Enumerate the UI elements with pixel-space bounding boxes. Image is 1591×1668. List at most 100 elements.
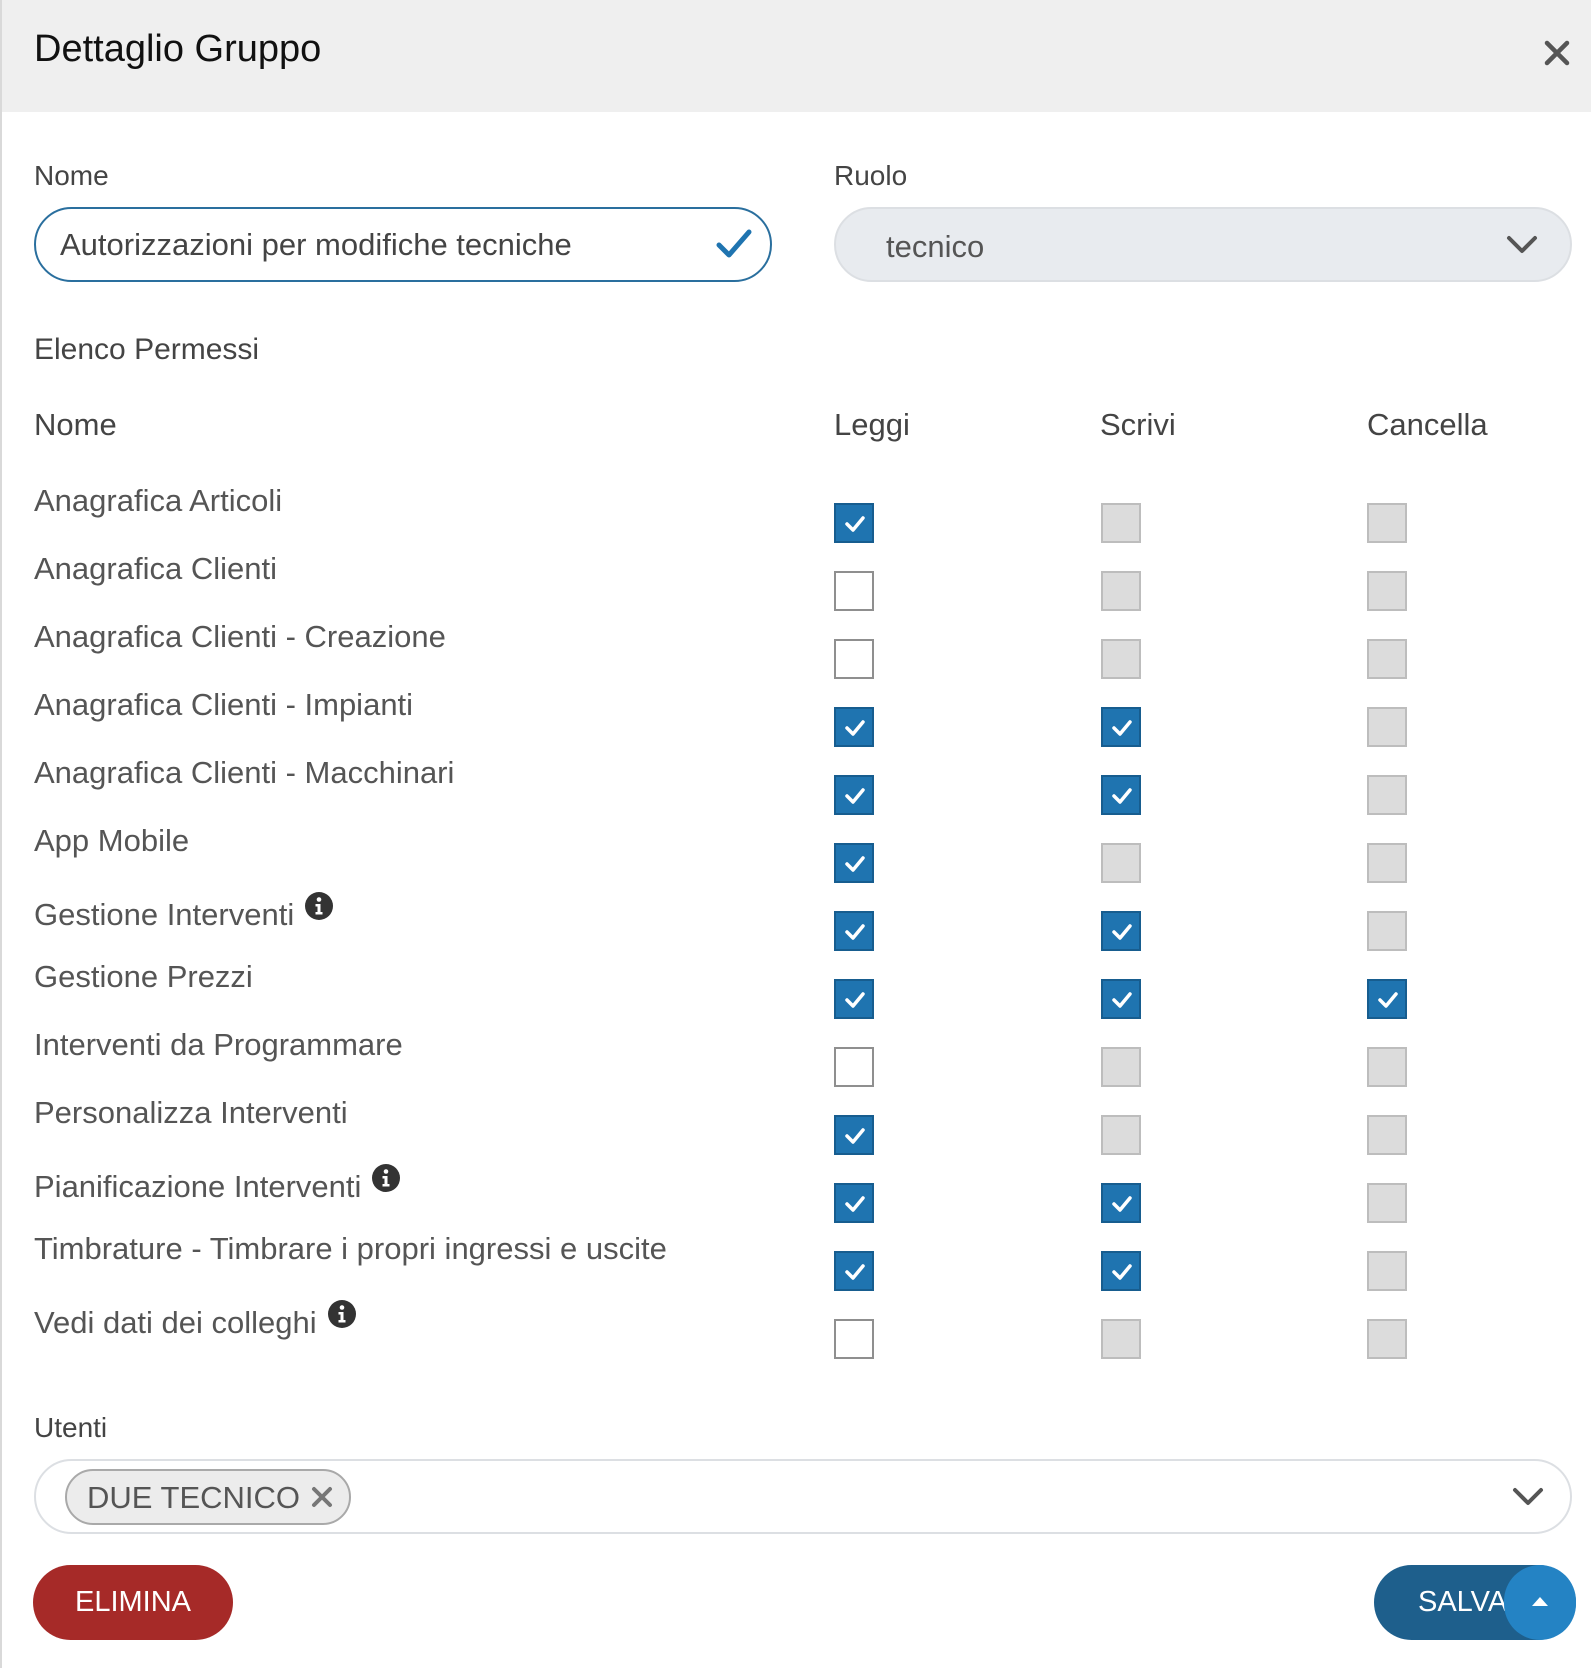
checkbox-delete-disabled [1367, 1047, 1407, 1087]
checkbox-write-disabled [1101, 571, 1141, 611]
role-label: Ruolo [834, 160, 908, 191]
permission-row: Anagrafica Clienti - Creazione [2, 619, 1591, 687]
column-header-delete: Cancella [1367, 407, 1488, 442]
checkbox-read-checked[interactable] [834, 775, 874, 815]
group-detail-dialog: Dettaglio Gruppo Nome Ruolo tecnico Elen… [0, 0, 1591, 1668]
checkbox-delete-disabled [1367, 503, 1407, 543]
info-icon[interactable] [304, 891, 334, 921]
checkbox-read-checked[interactable] [834, 1183, 874, 1223]
checkbox-delete-disabled [1367, 639, 1407, 679]
permission-row: Vedi dati dei colleghi [2, 1299, 1591, 1367]
checkbox-delete-disabled [1367, 1115, 1407, 1155]
group-name-input[interactable] [34, 207, 772, 282]
checkbox-delete-disabled [1367, 843, 1407, 883]
checkbox-read-unchecked[interactable] [834, 639, 874, 679]
checkbox-delete-disabled [1367, 571, 1407, 611]
chevron-down-icon [1506, 233, 1538, 257]
checkbox-write-checked[interactable] [1101, 911, 1141, 951]
permission-name: Gestione Prezzi [34, 959, 253, 995]
permission-name: Anagrafica Clienti - Impianti [34, 687, 413, 723]
user-chip: DUE TECNICO [65, 1469, 351, 1525]
checkbox-write-disabled [1101, 639, 1141, 679]
checkbox-delete-checked[interactable] [1367, 979, 1407, 1019]
permission-name: Timbrature - Timbrare i propri ingressi … [34, 1231, 667, 1267]
checkbox-write-disabled [1101, 1319, 1141, 1359]
permission-row: Anagrafica Clienti [2, 551, 1591, 619]
permission-row: Anagrafica Clienti - Impianti [2, 687, 1591, 755]
checkbox-read-checked[interactable] [834, 979, 874, 1019]
checkbox-read-unchecked[interactable] [834, 571, 874, 611]
info-icon[interactable] [371, 1163, 401, 1193]
permission-name-label: Vedi dati dei colleghi [34, 1305, 317, 1340]
permission-name-label: Gestione Interventi [34, 897, 295, 932]
chip-remove-icon[interactable] [310, 1485, 334, 1509]
permission-name-label: App Mobile [34, 823, 190, 858]
permission-name: Anagrafica Clienti [34, 551, 277, 587]
permissions-section-title: Elenco Permessi [34, 333, 260, 366]
role-select[interactable]: tecnico [834, 207, 1572, 282]
permission-name-label: Anagrafica Articoli [34, 483, 283, 518]
permission-row: Pianificazione Interventi [2, 1163, 1591, 1231]
permission-row: Gestione Prezzi [2, 959, 1591, 1027]
users-multiselect[interactable]: DUE TECNICO [34, 1459, 1572, 1534]
permission-name-label: Pianificazione Interventi [34, 1169, 362, 1204]
checkbox-write-checked[interactable] [1101, 775, 1141, 815]
chevron-down-icon [1512, 1485, 1544, 1509]
checkbox-read-checked[interactable] [834, 503, 874, 543]
caret-up-icon [1532, 1597, 1548, 1606]
check-icon [716, 228, 752, 260]
checkbox-read-checked[interactable] [834, 1115, 874, 1155]
checkbox-write-checked[interactable] [1101, 1183, 1141, 1223]
checkbox-delete-disabled [1367, 775, 1407, 815]
checkbox-write-disabled [1101, 843, 1141, 883]
permission-name-label: Anagrafica Clienti - Creazione [34, 619, 446, 654]
permission-name: Anagrafica Clienti - Creazione [34, 619, 446, 655]
checkbox-delete-disabled [1367, 1251, 1407, 1291]
permission-name: Anagrafica Articoli [34, 483, 282, 519]
name-label: Nome [34, 160, 109, 191]
checkbox-read-checked[interactable] [834, 707, 874, 747]
column-header-write: Scrivi [1100, 407, 1176, 442]
checkbox-delete-disabled [1367, 1183, 1407, 1223]
checkbox-write-disabled [1101, 1047, 1141, 1087]
permission-row: Anagrafica Articoli [2, 483, 1591, 551]
checkbox-read-unchecked[interactable] [834, 1319, 874, 1359]
close-icon[interactable] [1540, 36, 1574, 70]
dialog-title: Dettaglio Gruppo [34, 28, 322, 70]
permission-name: App Mobile [34, 823, 189, 859]
permission-row: Timbrature - Timbrare i propri ingressi … [2, 1231, 1591, 1299]
permission-row: Personalizza Interventi [2, 1095, 1591, 1163]
column-header-read: Leggi [834, 407, 910, 442]
checkbox-write-disabled [1101, 503, 1141, 543]
scroll-top-button[interactable] [1504, 1565, 1576, 1640]
checkbox-read-checked[interactable] [834, 1251, 874, 1291]
delete-button[interactable]: ELIMINA [33, 1565, 233, 1640]
users-label: Utenti [34, 1412, 108, 1443]
info-icon[interactable] [327, 1299, 357, 1329]
permission-name-label: Anagrafica Clienti - Macchinari [34, 755, 455, 790]
permission-name: Pianificazione Interventi [34, 1163, 401, 1205]
checkbox-write-checked[interactable] [1101, 707, 1141, 747]
checkbox-write-checked[interactable] [1101, 1251, 1141, 1291]
checkbox-write-checked[interactable] [1101, 979, 1141, 1019]
permission-name-label: Personalizza Interventi [34, 1095, 348, 1130]
checkbox-read-unchecked[interactable] [834, 1047, 874, 1087]
permission-name: Gestione Interventi [34, 891, 334, 933]
checkbox-read-checked[interactable] [834, 911, 874, 951]
permission-row: Gestione Interventi [2, 891, 1591, 959]
checkbox-read-checked[interactable] [834, 843, 874, 883]
permission-name-label: Anagrafica Clienti [34, 551, 277, 586]
permission-row: Anagrafica Clienti - Macchinari [2, 755, 1591, 823]
checkbox-delete-disabled [1367, 1319, 1407, 1359]
permission-name: Vedi dati dei colleghi [34, 1299, 357, 1341]
permission-name: Interventi da Programmare [34, 1027, 403, 1063]
checkbox-write-disabled [1101, 1115, 1141, 1155]
permission-row: App Mobile [2, 823, 1591, 891]
checkbox-delete-disabled [1367, 707, 1407, 747]
checkbox-delete-disabled [1367, 911, 1407, 951]
dialog-header: Dettaglio Gruppo [2, 0, 1591, 112]
permission-name-label: Anagrafica Clienti - Impianti [34, 687, 414, 722]
permission-row: Interventi da Programmare [2, 1027, 1591, 1095]
user-chip-label: DUE TECNICO [87, 1480, 301, 1515]
permission-name-label: Interventi da Programmare [34, 1027, 403, 1062]
